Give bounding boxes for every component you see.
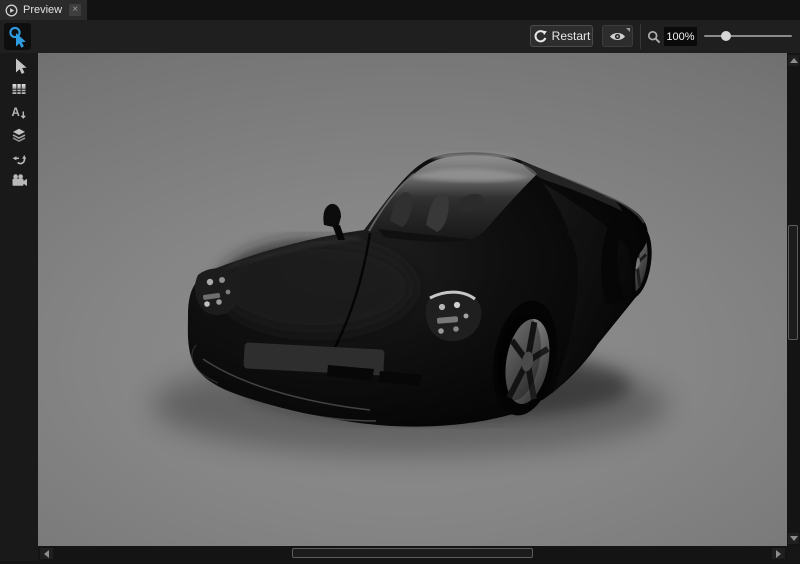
refresh-icon xyxy=(533,29,547,43)
layers-icon xyxy=(11,127,27,143)
interact-cursor-icon xyxy=(7,26,29,48)
play-circle-icon xyxy=(5,4,18,17)
zoom-slider[interactable] xyxy=(704,28,792,44)
car-3d-render xyxy=(38,53,787,546)
table-tool-button[interactable] xyxy=(10,80,28,98)
toolbar: Restart 100% xyxy=(0,20,800,53)
zoom-value[interactable]: 100% xyxy=(664,27,697,46)
zoom-slider-track[interactable] xyxy=(704,35,792,37)
scroll-left-button[interactable] xyxy=(40,548,53,559)
scroll-down-button[interactable] xyxy=(788,533,799,544)
tab-preview[interactable]: Preview × xyxy=(0,0,87,20)
horizontal-scrollbar[interactable] xyxy=(38,546,787,561)
eye-icon xyxy=(609,31,626,42)
branch-tool-button[interactable] xyxy=(10,149,28,167)
vertical-scrollbar[interactable] xyxy=(787,53,800,546)
scroll-up-button[interactable] xyxy=(788,55,799,66)
restart-button[interactable]: Restart xyxy=(530,25,593,47)
layers-tool-button[interactable] xyxy=(10,126,28,144)
horizontal-scrollbar-thumb[interactable] xyxy=(292,548,533,558)
vertical-scrollbar-thumb[interactable] xyxy=(788,225,798,340)
magnifier-icon xyxy=(647,30,661,44)
preview-canvas[interactable] xyxy=(38,53,787,546)
close-icon[interactable]: × xyxy=(69,4,81,16)
pointer-tool-button[interactable] xyxy=(10,57,28,75)
interact-cursor-tool-button[interactable] xyxy=(4,23,31,50)
left-arrow-icon xyxy=(44,550,49,558)
branch-arrow-icon xyxy=(11,150,27,166)
video-camera-icon xyxy=(11,173,28,189)
toolbar-separator xyxy=(640,24,641,49)
flyout-indicator-icon xyxy=(626,28,630,32)
camera-tool-button[interactable] xyxy=(10,172,28,190)
tab-bar: Preview × xyxy=(0,0,800,20)
tool-rail: A xyxy=(0,53,38,564)
pointer-icon xyxy=(11,57,28,75)
up-arrow-icon xyxy=(790,58,798,63)
scroll-right-button[interactable] xyxy=(772,548,785,559)
restart-label: Restart xyxy=(552,29,591,43)
table-icon xyxy=(11,81,27,97)
down-arrow-icon xyxy=(790,536,798,541)
text-sort-icon: A xyxy=(11,104,27,120)
preview-window: Preview × Restart xyxy=(0,0,800,564)
visibility-button[interactable] xyxy=(602,25,633,47)
text-tool-button[interactable]: A xyxy=(10,103,28,121)
zoom-slider-thumb[interactable] xyxy=(721,31,731,41)
svg-text:A: A xyxy=(12,107,20,119)
right-arrow-icon xyxy=(776,550,781,558)
tab-label: Preview xyxy=(23,4,62,16)
